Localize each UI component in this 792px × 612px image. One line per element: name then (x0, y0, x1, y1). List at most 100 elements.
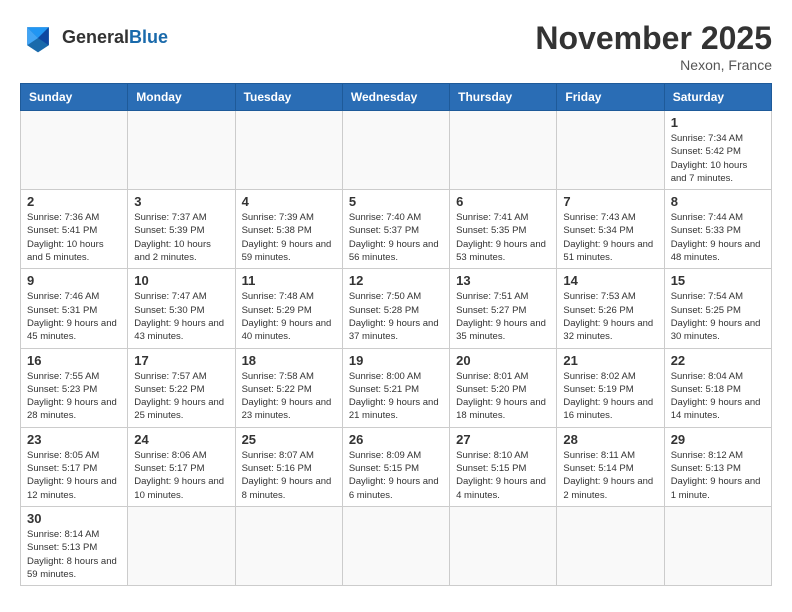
day-number: 2 (27, 194, 121, 209)
day-number: 25 (242, 432, 336, 447)
calendar-week-3: 9 Sunrise: 7:46 AM Sunset: 5:31 PM Daylig… (21, 269, 772, 348)
calendar-day-cell: 20 Sunrise: 8:01 AM Sunset: 5:20 PM Dayli… (450, 348, 557, 427)
weekday-header-wednesday: Wednesday (342, 84, 449, 111)
day-number: 6 (456, 194, 550, 209)
day-info: Sunrise: 7:46 AM Sunset: 5:31 PM Dayligh… (27, 290, 121, 343)
day-info: Sunrise: 8:14 AM Sunset: 5:13 PM Dayligh… (27, 528, 121, 581)
day-info: Sunrise: 7:34 AM Sunset: 5:42 PM Dayligh… (671, 132, 765, 185)
calendar-day-cell: 3Sunrise: 7:37 AM Sunset: 5:39 PM Daylig… (128, 190, 235, 269)
calendar-day-cell (664, 506, 771, 585)
day-info: Sunrise: 7:53 AM Sunset: 5:26 PM Dayligh… (563, 290, 657, 343)
day-info: Sunrise: 7:54 AM Sunset: 5:25 PM Dayligh… (671, 290, 765, 343)
day-number: 27 (456, 432, 550, 447)
day-info: Sunrise: 8:06 AM Sunset: 5:17 PM Dayligh… (134, 449, 228, 502)
day-number: 17 (134, 353, 228, 368)
day-info: Sunrise: 8:09 AM Sunset: 5:15 PM Dayligh… (349, 449, 443, 502)
day-info: Sunrise: 7:39 AM Sunset: 5:38 PM Dayligh… (242, 211, 336, 264)
day-info: Sunrise: 8:12 AM Sunset: 5:13 PM Dayligh… (671, 449, 765, 502)
calendar-day-cell: 25 Sunrise: 8:07 AM Sunset: 5:16 PM Dayli… (235, 427, 342, 506)
day-number: 19 (349, 353, 443, 368)
calendar: SundayMondayTuesdayWednesdayThursdayFrid… (20, 83, 772, 586)
calendar-day-cell: 14 Sunrise: 7:53 AM Sunset: 5:26 PM Dayli… (557, 269, 664, 348)
day-info: Sunrise: 7:43 AM Sunset: 5:34 PM Dayligh… (563, 211, 657, 264)
weekday-header-row: SundayMondayTuesdayWednesdayThursdayFrid… (21, 84, 772, 111)
calendar-day-cell: 15 Sunrise: 7:54 AM Sunset: 5:25 PM Dayli… (664, 269, 771, 348)
day-number: 13 (456, 273, 550, 288)
calendar-day-cell: 24Sunrise: 8:06 AM Sunset: 5:17 PM Dayli… (128, 427, 235, 506)
day-number: 28 (563, 432, 657, 447)
calendar-day-cell (128, 111, 235, 190)
day-number: 8 (671, 194, 765, 209)
calendar-day-cell: 22Sunrise: 8:04 AM Sunset: 5:18 PM Dayli… (664, 348, 771, 427)
calendar-day-cell: 10 Sunrise: 7:47 AM Sunset: 5:30 PM Dayli… (128, 269, 235, 348)
calendar-day-cell: 16 Sunrise: 7:55 AM Sunset: 5:23 PM Dayli… (21, 348, 128, 427)
calendar-day-cell: 26 Sunrise: 8:09 AM Sunset: 5:15 PM Dayli… (342, 427, 449, 506)
calendar-day-cell (557, 111, 664, 190)
calendar-week-4: 16 Sunrise: 7:55 AM Sunset: 5:23 PM Dayli… (21, 348, 772, 427)
day-info: Sunrise: 8:01 AM Sunset: 5:20 PM Dayligh… (456, 370, 550, 423)
day-number: 1 (671, 115, 765, 130)
day-number: 14 (563, 273, 657, 288)
month-title: November 2025 (535, 20, 772, 57)
calendar-day-cell (128, 506, 235, 585)
logo: GeneralBlue (20, 20, 168, 56)
day-info: Sunrise: 8:10 AM Sunset: 5:15 PM Dayligh… (456, 449, 550, 502)
calendar-day-cell: 12 Sunrise: 7:50 AM Sunset: 5:28 PM Dayli… (342, 269, 449, 348)
day-number: 9 (27, 273, 121, 288)
day-number: 16 (27, 353, 121, 368)
day-info: Sunrise: 8:00 AM Sunset: 5:21 PM Dayligh… (349, 370, 443, 423)
day-number: 21 (563, 353, 657, 368)
calendar-day-cell: 7Sunrise: 7:43 AM Sunset: 5:34 PM Daylig… (557, 190, 664, 269)
weekday-header-saturday: Saturday (664, 84, 771, 111)
day-info: Sunrise: 7:50 AM Sunset: 5:28 PM Dayligh… (349, 290, 443, 343)
calendar-day-cell: 8 Sunrise: 7:44 AM Sunset: 5:33 PM Daylig… (664, 190, 771, 269)
calendar-week-1: 1 Sunrise: 7:34 AM Sunset: 5:42 PM Daylig… (21, 111, 772, 190)
day-info: Sunrise: 8:02 AM Sunset: 5:19 PM Dayligh… (563, 370, 657, 423)
calendar-day-cell (450, 111, 557, 190)
page-header: GeneralBlue November 2025 Nexon, France (20, 20, 772, 73)
day-number: 4 (242, 194, 336, 209)
calendar-week-6: 30 Sunrise: 8:14 AM Sunset: 5:13 PM Dayli… (21, 506, 772, 585)
day-number: 30 (27, 511, 121, 526)
day-number: 10 (134, 273, 228, 288)
day-info: Sunrise: 7:55 AM Sunset: 5:23 PM Dayligh… (27, 370, 121, 423)
day-number: 20 (456, 353, 550, 368)
weekday-header-friday: Friday (557, 84, 664, 111)
calendar-day-cell: 5Sunrise: 7:40 AM Sunset: 5:37 PM Daylig… (342, 190, 449, 269)
calendar-day-cell: 19 Sunrise: 8:00 AM Sunset: 5:21 PM Dayli… (342, 348, 449, 427)
calendar-day-cell: 29 Sunrise: 8:12 AM Sunset: 5:13 PM Dayli… (664, 427, 771, 506)
calendar-day-cell: 6Sunrise: 7:41 AM Sunset: 5:35 PM Daylig… (450, 190, 557, 269)
day-number: 11 (242, 273, 336, 288)
calendar-day-cell: 4 Sunrise: 7:39 AM Sunset: 5:38 PM Daylig… (235, 190, 342, 269)
calendar-day-cell: 17 Sunrise: 7:57 AM Sunset: 5:22 PM Dayli… (128, 348, 235, 427)
calendar-day-cell: 28 Sunrise: 8:11 AM Sunset: 5:14 PM Dayli… (557, 427, 664, 506)
day-info: Sunrise: 7:40 AM Sunset: 5:37 PM Dayligh… (349, 211, 443, 264)
day-number: 15 (671, 273, 765, 288)
calendar-day-cell: 9 Sunrise: 7:46 AM Sunset: 5:31 PM Daylig… (21, 269, 128, 348)
day-info: Sunrise: 7:51 AM Sunset: 5:27 PM Dayligh… (456, 290, 550, 343)
weekday-header-monday: Monday (128, 84, 235, 111)
calendar-day-cell: 11Sunrise: 7:48 AM Sunset: 5:29 PM Dayli… (235, 269, 342, 348)
calendar-day-cell (342, 111, 449, 190)
calendar-week-2: 2 Sunrise: 7:36 AM Sunset: 5:41 PM Daylig… (21, 190, 772, 269)
calendar-day-cell (235, 111, 342, 190)
day-info: Sunrise: 8:05 AM Sunset: 5:17 PM Dayligh… (27, 449, 121, 502)
day-number: 29 (671, 432, 765, 447)
logo-icon (20, 20, 56, 56)
day-info: Sunrise: 7:44 AM Sunset: 5:33 PM Dayligh… (671, 211, 765, 264)
calendar-day-cell: 13 Sunrise: 7:51 AM Sunset: 5:27 PM Dayli… (450, 269, 557, 348)
day-number: 12 (349, 273, 443, 288)
calendar-day-cell (450, 506, 557, 585)
calendar-day-cell (342, 506, 449, 585)
day-info: Sunrise: 7:47 AM Sunset: 5:30 PM Dayligh… (134, 290, 228, 343)
day-info: Sunrise: 8:07 AM Sunset: 5:16 PM Dayligh… (242, 449, 336, 502)
day-info: Sunrise: 8:04 AM Sunset: 5:18 PM Dayligh… (671, 370, 765, 423)
day-info: Sunrise: 7:57 AM Sunset: 5:22 PM Dayligh… (134, 370, 228, 423)
day-info: Sunrise: 7:58 AM Sunset: 5:22 PM Dayligh… (242, 370, 336, 423)
day-info: Sunrise: 8:11 AM Sunset: 5:14 PM Dayligh… (563, 449, 657, 502)
day-number: 26 (349, 432, 443, 447)
day-info: Sunrise: 7:37 AM Sunset: 5:39 PM Dayligh… (134, 211, 228, 264)
calendar-day-cell: 30 Sunrise: 8:14 AM Sunset: 5:13 PM Dayli… (21, 506, 128, 585)
day-number: 23 (27, 432, 121, 447)
day-info: Sunrise: 7:36 AM Sunset: 5:41 PM Dayligh… (27, 211, 121, 264)
